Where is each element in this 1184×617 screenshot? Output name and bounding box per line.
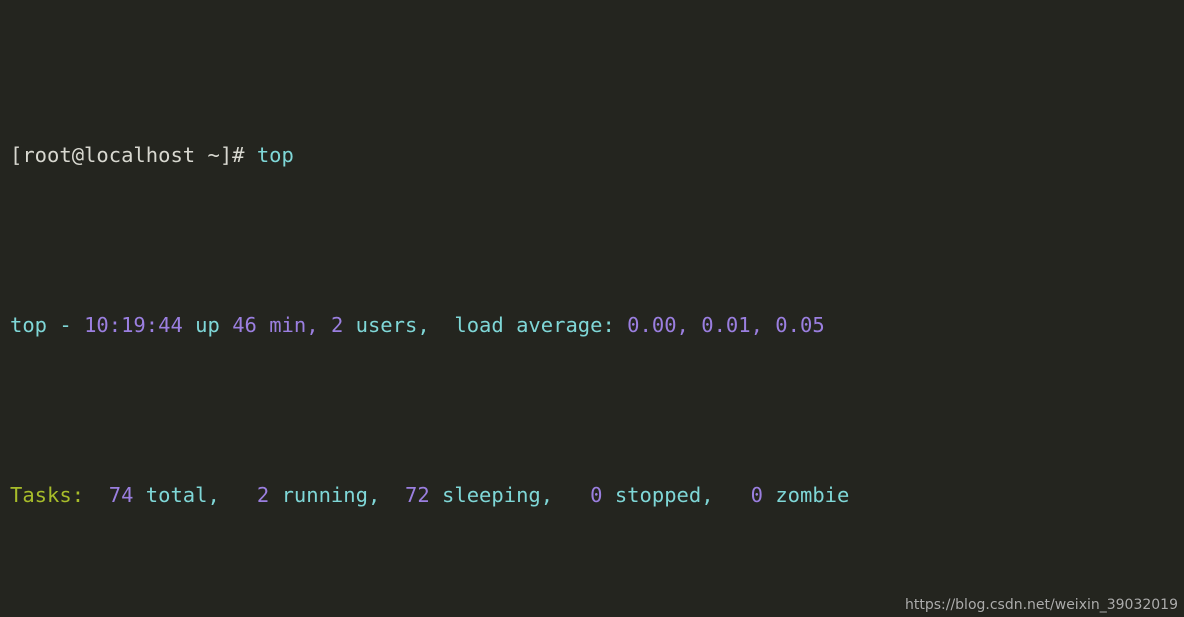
tasks-running-value: 2 [256,483,270,507]
shell-command: top [256,143,294,167]
uptime-value: 46 min, [232,313,319,337]
top-program-name: top [10,313,48,337]
tasks-total-value: 74 [108,483,134,507]
tasks-zombie-label: zombie [775,483,850,507]
terminal-window[interactable]: [root@localhost ~]# top top - 10:19:44 u… [0,0,1184,617]
load-avg-15min: 0.05 [775,313,825,337]
users-count: 2 [330,313,344,337]
load-avg-5min: 0.01, [701,313,763,337]
tasks-stopped-value: 0 [590,483,603,507]
users-label: users, [343,313,455,337]
terminal-screen[interactable]: [root@localhost ~]# top top - 10:19:44 u… [0,0,1184,617]
tasks-running-label: running, [281,483,381,507]
tasks-stopped-label: stopped, [614,483,714,507]
shell-prompt-line: [root@localhost ~]# top [10,138,1184,172]
tasks-total-label: total, [145,483,220,507]
uptime-dash: - [47,313,85,337]
tasks-sleeping-label: sleeping, [442,483,554,507]
top-uptime-line: top - 10:19:44 up 46 min, 2 users, load … [10,308,1184,342]
current-time: 10:19:44 [84,313,183,337]
load-avg-1min: 0.00, [627,313,689,337]
tasks-zombie-value: 0 [750,483,763,507]
tasks-label: Tasks: [10,483,85,507]
shell-prompt: [root@localhost ~]# [10,143,257,167]
load-average-label: load average: [454,313,628,337]
tasks-sleeping-value: 72 [405,483,430,507]
tasks-line: Tasks: 74 total, 2 running, 72 sleeping,… [10,478,1184,512]
up-label: up [182,313,233,337]
